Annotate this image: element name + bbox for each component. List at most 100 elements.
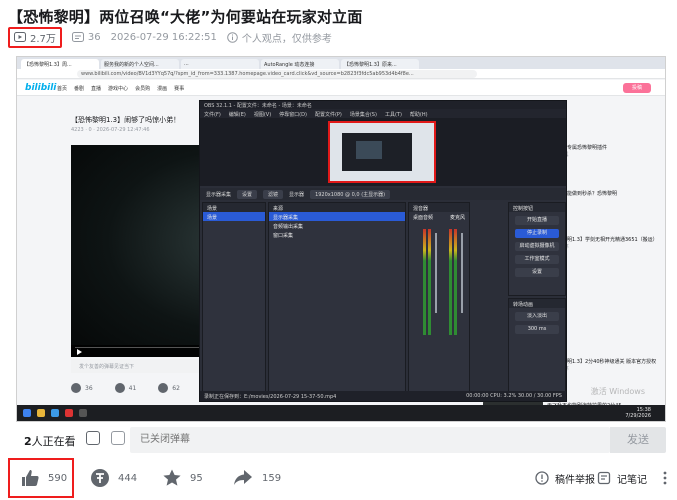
obs-audio-meter [454,229,457,335]
video-meta-row: 2.7万 36 2026-07-29 16:22:51 个人观点，仅供参考 [8,26,332,48]
obs-display-select: 1920x1080 @ 0,0 (主显示器) [310,189,391,199]
obs-preview-inner [342,133,412,171]
like-button[interactable]: 590 [8,458,74,498]
share-icon [232,468,254,488]
file-explorer-icon [37,409,45,417]
browser-tab: 服务我的新的个人空间... [101,59,179,69]
obs-audio-meter [423,229,426,335]
play-count-highlight: 2.7万 [8,26,62,48]
like-count: 590 [48,472,68,484]
comment-icon [71,32,84,42]
windows-start-icon [23,409,31,417]
obs-menu-item: 停靠窗口(D) [279,112,307,118]
browser-tab: 【恐怖黎明1.3】原来... [341,59,419,69]
taskbar-date: 7/29/2026 [625,413,651,419]
address-url: www.bilibili.com/video/BV1d3YYq57q/?spm_… [77,70,477,78]
notes-button[interactable]: 记笔记 [597,458,647,498]
obs-source-item: 窗口采集 [273,233,294,239]
screenshot-video-meta: 4223 · 0 · 2026-07-29 12:47:46 [71,127,150,133]
obs-source-name: 显示器采集 [206,191,232,198]
report-label: 稿件举报 [555,474,595,486]
thumb-up-icon [20,468,40,488]
bilibili-navbar: bilibili 首页 番剧 直播 游戏中心 会员购 漫画 赛事 投稿 [17,80,665,96]
taskbar-clock: 15:38 7/29/2026 [625,407,651,419]
browser-tabs: 【恐怖黎明1.3】周... 服务我的新的个人空间... ... AutoRang… [17,57,665,69]
obs-filters-button: 滤镜 [263,189,284,199]
obs-menu-item: 文件(F) [204,112,221,118]
browser-icon [51,409,59,417]
play-icon [14,32,26,42]
browser-tab: AutoRangle 动态连接 [261,59,339,69]
play-icon [77,349,82,355]
action-bar: 590 444 95 159 稿件举报 记笔记 [0,458,677,498]
browser-tab: ... [181,59,259,69]
obs-mixer-header: 混音器 [409,203,469,212]
nav-item: 赛事 [174,86,185,92]
more-menu[interactable] [663,458,667,498]
danmaku-send-button[interactable]: 发送 [610,427,666,453]
favorite-button[interactable]: 95 [162,458,203,498]
obs-stop-record-button: 停止录制 [515,229,559,238]
obs-menu-item: 工具(T) [384,112,402,118]
obs-transitions-dock: 转场动画 淡入淡出 300 ms [508,298,566,392]
obs-transition-duration: 300 ms [515,325,559,334]
obs-source-item: 显示器采集 [269,212,405,221]
obs-mixer-channel: 麦克风 [449,215,465,221]
danmaku-placeholder: 发个友善的弹幕见证当下 [79,364,135,370]
danmaku-settings-icon[interactable] [111,431,125,445]
obs-scenes-dock: 场景 场景 [202,202,266,392]
comment-count: 36 [87,31,101,43]
bilibili-nav-items: 首页 番剧 直播 游戏中心 会员购 漫画 赛事 [57,85,184,92]
page-title: 【恐怖黎明】两位召唤“大佬”为何要站在玩家对立面 [8,8,363,26]
warning-icon [535,471,549,485]
obs-controls-dock: 控制按钮 开始直播 停止录制 启动虚拟摄像机 工作室模式 设置 [508,202,566,296]
obs-mixer-dock: 混音器 桌面音频 麦克风 [408,202,470,392]
obs-icon [79,409,87,417]
notice-text: 个人观点，仅供参考 [241,33,332,45]
obs-start-stream-button: 开始直播 [515,216,559,225]
obs-scenes-header: 场景 [203,203,265,212]
screenshot-video-title: 【恐怖黎明1.3】闹够了吗惊小弟！ [71,116,181,124]
obs-mixer-labels: 桌面音频 麦克风 [409,212,469,221]
address-bar: www.bilibili.com/video/BV1d3YYq57q/?spm_… [17,69,665,79]
obs-display-label: 显示器 [289,191,305,198]
star-icon [158,383,169,393]
obs-source-bar: 显示器采集 设置 滤镜 显示器 1920x1080 @ 0,0 (主显示器) [200,188,566,200]
danmaku-toggle-icon[interactable] [86,431,100,445]
obs-audio-meter [428,229,431,335]
obs-menu-item: 帮助(H) [409,112,428,118]
nav-item: 首页 [57,86,68,92]
watching-number: 2 [24,435,32,448]
upload-button: 投稿 [623,83,651,93]
obs-menu-item: 场景集合(S) [349,112,377,118]
share-button[interactable]: 159 [232,458,281,498]
app-icon [65,409,73,417]
obs-scene-item: 场景 [203,212,265,221]
notes-label: 记笔记 [617,474,647,486]
screenshot-coin: 41 [114,383,137,393]
obs-status-stats: 00:00:00 CPU: 3.2% 30.00 / 30.00 FPS [466,393,562,399]
obs-docks: 场景 场景 来源 显示器采集 音频输出采集 窗口采集 混音器 桌面音频 麦克风 [200,202,566,392]
report-button[interactable]: 稿件举报 [535,458,595,498]
nav-item: 漫画 [157,86,168,92]
screenshot-like: 36 [71,383,93,393]
obs-settings-button: 设置 [237,189,258,199]
danmaku-input[interactable] [130,427,610,453]
play-count: 2.7万 [30,33,56,45]
publish-time: 2026-07-29 16:22:51 [110,31,217,43]
obs-preview-area [200,118,566,186]
obs-studio-mode-button: 工作室模式 [515,255,559,264]
obs-sources-header: 来源 [269,203,405,212]
obs-sources-dock: 来源 显示器采集 音频输出采集 窗口采集 [268,202,406,392]
obs-preview [328,121,436,183]
screenshot-coin-count: 41 [128,384,137,392]
nav-item: 番剧 [74,86,85,92]
coin-icon [90,468,110,488]
article-screenshot: 【恐怖黎明1.3】周... 服务我的新的个人空间... ... AutoRang… [16,56,666,422]
obs-source-item: 音频输出采集 [273,224,304,230]
note-icon [597,471,611,485]
nav-item: 游戏中心 [108,86,129,92]
windows-watermark: 激活 Windows [590,387,645,396]
coin-button[interactable]: 444 [90,458,137,498]
obs-status-text: 录制正在保存到：E:/movies/2026-07-29 15-37-50.mp… [204,394,337,400]
